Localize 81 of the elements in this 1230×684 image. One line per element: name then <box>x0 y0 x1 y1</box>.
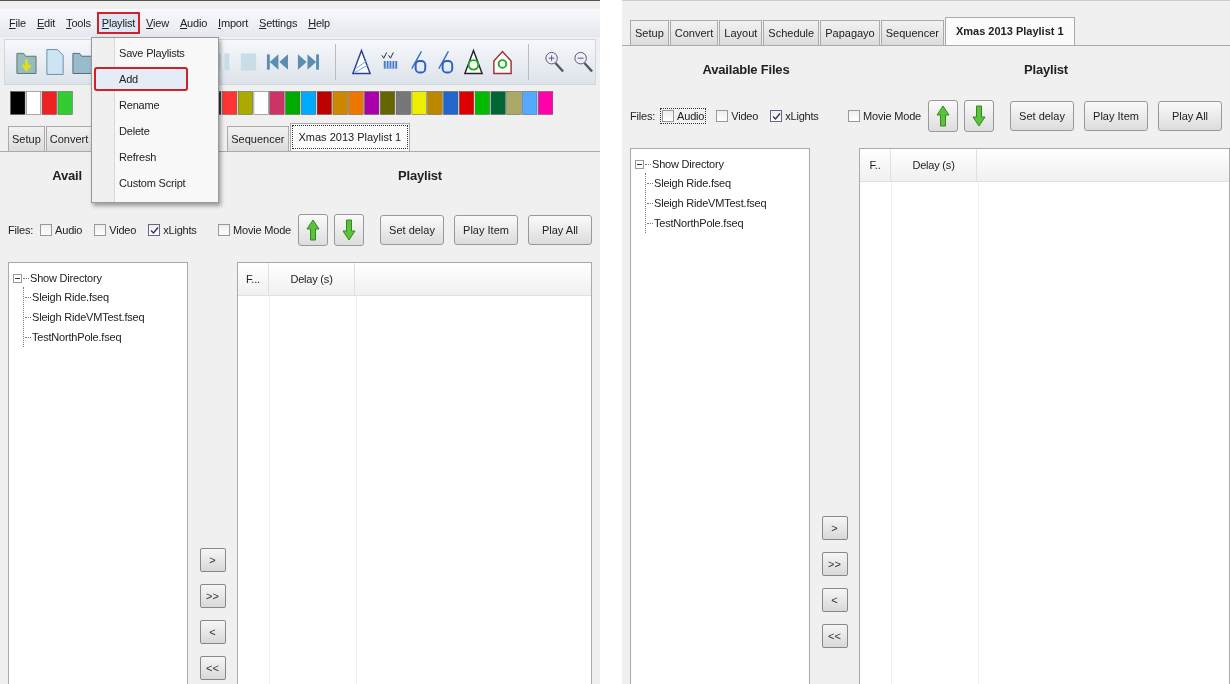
transfer-button[interactable]: > <box>199 548 226 572</box>
tree-item[interactable]: Sleigh RideVMTest.fseq <box>32 311 145 323</box>
tree-item[interactable]: Sleigh Ride.fseq <box>32 291 109 303</box>
file-filter-checkbox[interactable]: Video <box>93 223 138 237</box>
tab[interactable]: Papagayo <box>820 20 880 45</box>
tab[interactable]: Sequencer <box>227 126 289 151</box>
tab[interactable]: Xmas 2013 Playlist 1 <box>944 17 1075 45</box>
tree-item[interactable]: Sleigh Ride.fseq <box>654 177 731 189</box>
collapse-icon[interactable] <box>13 273 22 283</box>
transfer-button[interactable]: > <box>821 516 848 540</box>
tree-item[interactable]: Sleigh RideVMTest.fseq <box>654 197 767 209</box>
action-button[interactable]: Play All <box>1158 101 1222 131</box>
file-filter-checkbox[interactable]: xLights <box>147 223 198 237</box>
arrow-down-icon <box>342 219 356 241</box>
menu-item[interactable]: Edit <box>31 12 61 34</box>
tab[interactable]: Sequencer <box>880 20 944 45</box>
action-button[interactable]: Play Item <box>1084 101 1148 131</box>
section-title: Playlist <box>1024 61 1068 77</box>
action-button[interactable]: Play Item <box>454 215 518 245</box>
transfer-button[interactable]: << <box>199 656 226 680</box>
menu-item[interactable]: Custom Script <box>94 171 216 195</box>
move-down-button[interactable] <box>334 214 364 246</box>
section-title: Available Files <box>702 61 790 77</box>
collapse-icon[interactable] <box>635 159 644 169</box>
menu-item[interactable]: Save Playlists <box>94 41 216 65</box>
menu-item[interactable]: Rename <box>94 93 216 117</box>
tree-item[interactable]: TestNorthPole.fseq <box>32 331 122 343</box>
tree-item[interactable]: TestNorthPole.fseq <box>654 217 744 229</box>
column-header[interactable]: F.. <box>860 149 891 181</box>
tab[interactable]: Setup <box>630 20 669 45</box>
section-title: Playlist <box>398 167 442 183</box>
tab[interactable]: Layout <box>719 20 763 45</box>
movie-mode-checkbox[interactable]: Movie Mode <box>217 223 292 237</box>
files-label: Files: <box>630 110 656 122</box>
section-title: Avail <box>52 167 82 183</box>
tab[interactable]: Convert <box>669 20 719 45</box>
tab[interactable]: Convert <box>45 126 93 151</box>
transfer-button[interactable]: >> <box>199 584 226 608</box>
tab[interactable]: Xmas 2013 Playlist 1 <box>289 123 411 151</box>
menu-item[interactable]: Settings <box>254 12 303 34</box>
arrow-up-icon <box>936 105 950 127</box>
menu-item[interactable]: Playlist <box>96 12 141 34</box>
file-filter-checkbox[interactable]: Audio <box>661 109 706 123</box>
action-button[interactable]: Set delay <box>380 215 444 245</box>
arrow-down-icon <box>972 105 986 127</box>
action-button[interactable]: Play All <box>528 215 592 245</box>
file-filter-checkbox[interactable]: Audio <box>39 223 84 237</box>
menu-item[interactable]: Help <box>303 12 336 34</box>
checkmark-icon <box>771 111 781 121</box>
move-up-button[interactable] <box>298 214 328 246</box>
file-filter-checkbox[interactable]: xLights <box>769 109 820 123</box>
transfer-button[interactable]: << <box>821 624 848 648</box>
menu-item[interactable]: File <box>4 12 31 34</box>
menu-item[interactable]: Add <box>94 67 188 91</box>
menu-item[interactable]: Import <box>213 12 254 34</box>
transfer-button[interactable]: < <box>199 620 226 644</box>
tab[interactable]: Schedule <box>763 20 820 45</box>
movie-mode-checkbox[interactable]: Movie Mode <box>847 109 922 123</box>
transfer-button[interactable]: >> <box>821 552 848 576</box>
move-down-button[interactable] <box>964 100 994 132</box>
action-button[interactable]: Set delay <box>1010 101 1074 131</box>
document-icon[interactable] <box>43 47 66 77</box>
arrow-up-icon <box>306 219 320 241</box>
menu-item[interactable]: Tools <box>61 12 96 34</box>
column-header[interactable]: Delay (s) <box>891 149 977 181</box>
menu-item[interactable]: Delete <box>94 119 216 143</box>
menu-item[interactable]: Refresh <box>94 145 216 169</box>
column-header[interactable]: Delay (s) <box>269 263 355 295</box>
menu-item[interactable]: Audio <box>174 12 213 34</box>
menu-item[interactable]: View <box>141 12 174 34</box>
tab[interactable]: Setup <box>8 126 45 151</box>
column-header[interactable]: F... <box>238 263 269 295</box>
transfer-button[interactable]: < <box>821 588 848 612</box>
house-icon[interactable] <box>491 47 515 77</box>
file-filter-checkbox[interactable]: Video <box>715 109 760 123</box>
move-up-button[interactable] <box>928 100 958 132</box>
files-label: Files: <box>8 224 34 236</box>
checkmark-icon <box>149 225 159 235</box>
tree-item[interactable]: Show Directory <box>652 158 724 170</box>
triangle-icon[interactable] <box>350 47 374 77</box>
tree-item[interactable]: Show Directory <box>30 272 102 284</box>
